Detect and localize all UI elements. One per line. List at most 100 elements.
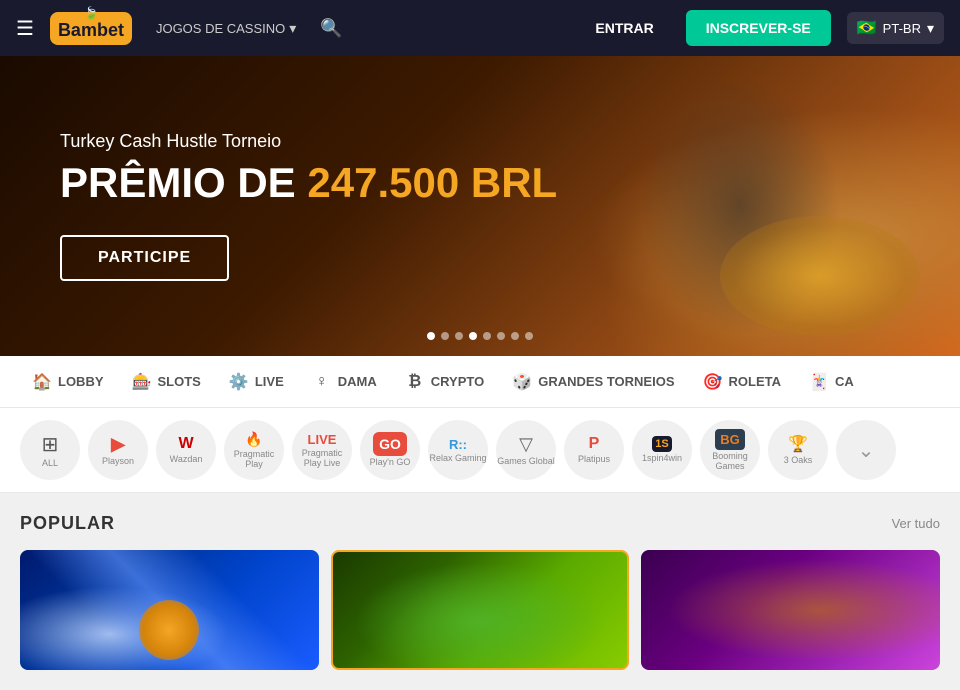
1spin4win-label: 1spin4win <box>642 454 682 464</box>
provider-wazdan[interactable]: W Wazdan <box>156 420 216 480</box>
section-header: POPULAR Ver tudo <box>20 513 940 534</box>
game-card-lightning[interactable] <box>20 550 319 670</box>
lang-chevron-icon <box>927 20 934 37</box>
pragmatic-live-label: Pragmatic Play Live <box>292 449 352 469</box>
booming-games-logo: BG <box>715 429 745 450</box>
category-live[interactable]: ⚙️ LIVE <box>217 364 296 400</box>
flag-icon: 🇧🇷 <box>857 18 877 38</box>
category-crypto[interactable]: ₿ CRYPTO <box>393 364 496 400</box>
all-grid-icon: ⊞ <box>42 432 59 457</box>
casino-games-nav[interactable]: JOGOS DE CASSINO <box>156 20 296 37</box>
provider-relax-gaming[interactable]: R:: Relax Gaming <box>428 420 488 480</box>
provider-3oaks[interactable]: 🏆 3 Oaks <box>768 420 828 480</box>
dot-1[interactable] <box>427 332 435 340</box>
category-torneios-label: GRANDES TORNEIOS <box>538 374 674 389</box>
provider-playson[interactable]: ▶ Playson <box>88 420 148 480</box>
category-crypto-label: CRYPTO <box>431 374 484 389</box>
3oaks-logo: 🏆 <box>788 434 808 454</box>
participate-button[interactable]: PARTICIPE <box>60 235 229 281</box>
category-dama[interactable]: ♀ DAMA <box>300 364 389 400</box>
language-selector[interactable]: 🇧🇷 PT-BR <box>847 12 944 44</box>
logo-box: 🍃 Bambet <box>50 12 132 45</box>
banner-prize-amount: 247.500 BRL <box>307 159 557 206</box>
login-button[interactable]: ENTRAR <box>579 12 669 44</box>
category-grandes-torneios[interactable]: 🎲 GRANDES TORNEIOS <box>500 364 686 400</box>
dot-2[interactable] <box>441 332 449 340</box>
provider-all-label: ALL <box>42 459 58 469</box>
banner-coins <box>720 216 920 336</box>
1spin4win-logo: 1S <box>652 436 671 452</box>
provider-pragmatic[interactable]: Pragmatic Play <box>224 420 284 480</box>
dot-7[interactable] <box>511 332 519 340</box>
banner-title: PRÊMIO DE 247.500 BRL <box>60 160 557 206</box>
banner-dots <box>427 332 533 340</box>
dama-icon: ♀ <box>312 372 332 392</box>
category-lobby[interactable]: 🏠 LOBBY <box>20 364 116 400</box>
booming-games-label: Booming Games <box>700 452 760 472</box>
dot-6[interactable] <box>497 332 505 340</box>
logo[interactable]: 🍃 Bambet <box>50 12 132 45</box>
search-icon[interactable]: 🔍 <box>320 18 342 39</box>
playn-go-logo: GO <box>373 432 407 456</box>
header: ☰ 🍃 Bambet JOGOS DE CASSINO 🔍 ENTRAR INS… <box>0 0 960 56</box>
relax-gaming-label: Relax Gaming <box>429 454 486 464</box>
crypto-icon: ₿ <box>405 372 425 392</box>
pragmatic-label: Pragmatic Play <box>224 450 284 470</box>
banner-content: Turkey Cash Hustle Torneio PRÊMIO DE 247… <box>0 91 617 320</box>
dot-5[interactable] <box>483 332 491 340</box>
category-slots[interactable]: 🎰 SLOTS <box>120 364 213 400</box>
dot-4[interactable] <box>469 332 477 340</box>
register-button[interactable]: INSCREVER-SE <box>686 10 831 46</box>
playson-label: Playson <box>102 457 134 467</box>
category-dama-label: DAMA <box>338 374 377 389</box>
category-live-label: LIVE <box>255 374 284 389</box>
platipus-label: Platipus <box>578 455 610 465</box>
chevron-down-provider-icon: ⌄ <box>858 438 875 463</box>
category-cassino[interactable]: 🃏 CA <box>797 364 866 400</box>
chevron-down-icon <box>289 20 296 37</box>
playn-go-label: Play'n GO <box>370 458 411 468</box>
category-cassino-label: CA <box>835 374 854 389</box>
frog-effect <box>333 552 628 668</box>
dot-8[interactable] <box>525 332 533 340</box>
hamburger-menu[interactable]: ☰ <box>16 16 34 41</box>
provider-pragmatic-live[interactable]: LIVE Pragmatic Play Live <box>292 420 352 480</box>
provider-all[interactable]: ⊞ ALL <box>20 420 80 480</box>
live-icon: ⚙️ <box>229 372 249 392</box>
wazdan-label: Wazdan <box>170 455 203 465</box>
category-roleta[interactable]: 🎯 ROLETA <box>691 364 793 400</box>
provider-playn-go[interactable]: GO Play'n GO <box>360 420 420 480</box>
3oaks-label: 3 Oaks <box>784 456 813 466</box>
banner-subtitle: Turkey Cash Hustle Torneio <box>60 131 557 152</box>
provider-booming-games[interactable]: BG Booming Games <box>700 420 760 480</box>
provider-filter: ⊞ ALL ▶ Playson W Wazdan Pragmatic Play … <box>0 408 960 493</box>
ver-tudo-link[interactable]: Ver tudo <box>892 516 940 531</box>
category-lobby-label: LOBBY <box>58 374 104 389</box>
provider-more-button[interactable]: ⌄ <box>836 420 896 480</box>
provider-platipus[interactable]: P Platipus <box>564 420 624 480</box>
provider-games-global[interactable]: ▽ Games Global <box>496 420 556 480</box>
games-grid <box>20 550 940 670</box>
lang-label: PT-BR <box>883 21 921 36</box>
banner-title-prefix: PRÊMIO DE <box>60 159 307 206</box>
dot-3[interactable] <box>455 332 463 340</box>
category-roleta-label: ROLETA <box>729 374 781 389</box>
game-card-buffalo[interactable] <box>641 550 940 670</box>
games-global-label: Games Global <box>497 457 555 467</box>
cassino-icon: 🃏 <box>809 372 829 392</box>
pragmatic-live-logo: LIVE <box>308 432 337 447</box>
slots-icon: 🎰 <box>132 372 152 392</box>
hero-banner: Turkey Cash Hustle Torneio PRÊMIO DE 247… <box>0 56 960 356</box>
popular-title: POPULAR <box>20 513 115 534</box>
provider-1spin4win[interactable]: 1S 1spin4win <box>632 420 692 480</box>
lobby-icon: 🏠 <box>32 372 52 392</box>
game-card-frog[interactable] <box>331 550 630 670</box>
playson-logo: ▶ <box>111 434 125 455</box>
buffalo-effect <box>641 550 940 670</box>
coin-glow <box>139 600 199 660</box>
popular-section: POPULAR Ver tudo <box>0 493 960 690</box>
pragmatic-logo <box>245 431 262 448</box>
wazdan-logo: W <box>178 435 193 453</box>
nav-label: JOGOS DE CASSINO <box>156 21 285 36</box>
category-slots-label: SLOTS <box>158 374 201 389</box>
